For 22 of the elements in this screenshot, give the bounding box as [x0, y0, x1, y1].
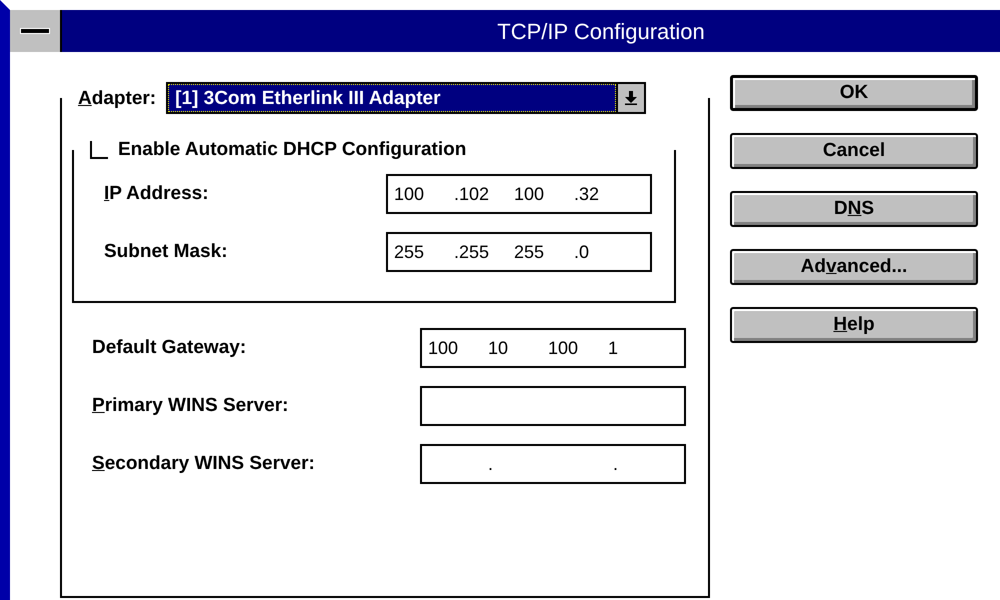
dialog-button[interactable]: DNS	[730, 191, 978, 227]
ip-address-field[interactable]: 255 .255 255 .0	[386, 232, 652, 272]
ip-address-field[interactable]	[420, 386, 686, 426]
field-label: Subnet Mask:	[104, 240, 228, 264]
field-label: Default Gateway:	[92, 336, 246, 360]
ip-address-field[interactable]: . .	[420, 444, 686, 484]
dialog-button[interactable]: OK	[730, 75, 978, 111]
field-label: Primary WINS Server:	[92, 394, 288, 418]
field-label: Secondary WINS Server:	[92, 452, 315, 476]
dialog-button[interactable]: Help	[730, 307, 978, 343]
dhcp-checkbox[interactable]	[90, 140, 108, 158]
ip-address-field[interactable]: 100 .102 100 .32	[386, 174, 652, 214]
dialog-button[interactable]: Advanced...	[730, 249, 978, 285]
ip-address-field[interactable]: 100 10 100 1	[420, 328, 686, 368]
dhcp-label: Enable Automatic DHCP Configuration	[118, 140, 466, 159]
field-label: IP Address:	[104, 182, 209, 206]
dropdown-arrow-icon	[625, 91, 638, 105]
dialog-button[interactable]: Cancel	[730, 133, 978, 169]
adapter-label: Adapter:	[78, 88, 156, 108]
adapter-dropdown[interactable]: [1] 3Com Etherlink III Adapter	[166, 82, 646, 114]
window-title: TCP/IP Configuration	[496, 18, 706, 46]
system-menu-button[interactable]	[10, 10, 62, 52]
